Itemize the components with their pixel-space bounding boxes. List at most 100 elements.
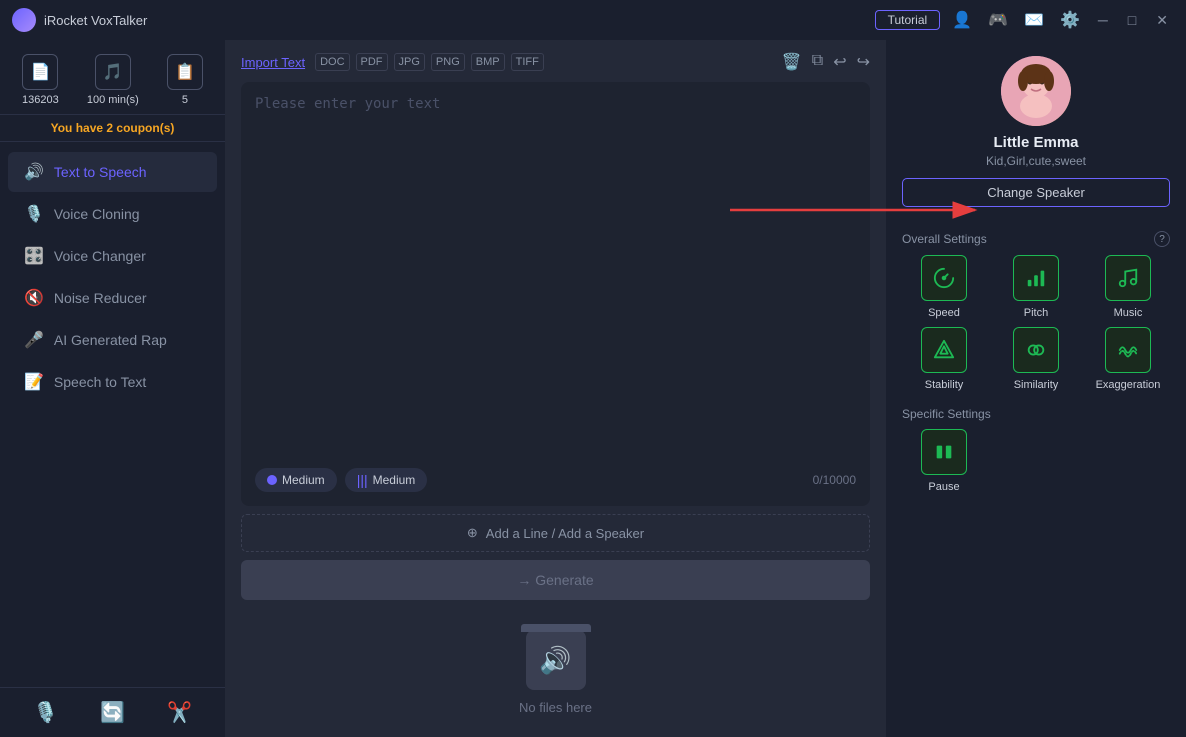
speaker-name: Little Emma	[993, 134, 1078, 151]
sidebar-item-voice-cloning[interactable]: 🎙️ Voice Cloning	[8, 194, 217, 234]
no-files-text: No files here	[519, 700, 592, 715]
coupon-badge: You have 2 coupon(s)	[0, 115, 225, 142]
speed-badge-label: Medium	[282, 473, 325, 487]
help-icon[interactable]: ?	[1154, 231, 1170, 247]
undo-action[interactable]: ↩	[833, 52, 846, 72]
sidebar-item-text-to-speech[interactable]: 🔊 Text to Speech	[8, 152, 217, 192]
jpg-icon[interactable]: JPG	[394, 53, 425, 71]
sidebar-bottom: 🎙️ 🔄 ✂️	[0, 687, 225, 737]
music-icon-box	[1105, 255, 1151, 301]
speaker-card: Little Emma Kid,Girl,cute,sweet Change S…	[902, 56, 1170, 207]
files-icon: 📋	[167, 54, 203, 90]
generate-button[interactable]: → Generate	[241, 560, 870, 600]
tutorial-button[interactable]: Tutorial	[875, 10, 941, 30]
exaggeration-setting[interactable]: Exaggeration	[1086, 327, 1170, 391]
speech-to-text-icon: 📝	[24, 372, 44, 392]
sidebar-nav: 🔊 Text to Speech 🎙️ Voice Cloning 🎛️ Voi…	[0, 142, 225, 687]
minutes-icon: 🎵	[95, 54, 131, 90]
main-layout: 📄 136203 🎵 100 min(s) 📋 5 You have 2 cou…	[0, 40, 1186, 737]
doc-icon[interactable]: DOC	[315, 53, 349, 71]
pitch-badge[interactable]: ||| Medium	[345, 468, 428, 492]
user-icon[interactable]: 👤	[948, 8, 976, 32]
sidebar: 📄 136203 🎵 100 min(s) 📋 5 You have 2 cou…	[0, 40, 225, 737]
exaggeration-setting-label: Exaggeration	[1096, 379, 1161, 391]
music-setting[interactable]: Music	[1086, 255, 1170, 319]
speed-badge[interactable]: Medium	[255, 468, 337, 492]
noise-reducer-label: Noise Reducer	[54, 290, 147, 306]
stat-files: 📋 5	[167, 54, 203, 106]
pause-setting[interactable]: Pause	[902, 429, 986, 493]
bmp-icon[interactable]: BMP	[471, 53, 505, 71]
title-bar-controls: Tutorial 👤 🎮 ✉️ ⚙️ ─ □ ✕	[875, 8, 1174, 32]
speed-setting[interactable]: Speed	[902, 255, 986, 319]
add-line-button[interactable]: ⊕ Add a Line / Add a Speaker	[241, 514, 870, 552]
png-icon[interactable]: PNG	[431, 53, 465, 71]
sidebar-item-ai-rap[interactable]: 🎤 AI Generated Rap	[8, 320, 217, 360]
title-bar: iRocket VoxTalker Tutorial 👤 🎮 ✉️ ⚙️ ─ □…	[0, 0, 1186, 40]
music-svg	[1117, 267, 1139, 289]
app-title: iRocket VoxTalker	[44, 13, 875, 28]
similarity-setting[interactable]: Similarity	[994, 327, 1078, 391]
pause-svg	[933, 441, 955, 463]
no-files-area: 🔊 No files here	[241, 600, 870, 725]
tiff-icon[interactable]: TIFF	[511, 53, 544, 71]
sidebar-item-speech-to-text[interactable]: 📝 Speech to Text	[8, 362, 217, 402]
text-editor[interactable]	[255, 96, 856, 458]
pdf-icon[interactable]: PDF	[356, 53, 388, 71]
microphone-icon[interactable]: 🎙️	[33, 700, 58, 725]
scissors-icon[interactable]: ✂️	[167, 700, 192, 725]
exaggeration-svg	[1117, 339, 1139, 361]
similarity-setting-label: Similarity	[1014, 379, 1059, 391]
pitch-setting[interactable]: Pitch	[994, 255, 1078, 319]
empty-files-icon: 🔊	[526, 630, 586, 690]
stat-minutes: 🎵 100 min(s)	[87, 54, 139, 106]
pitch-svg	[1025, 267, 1047, 289]
ai-rap-label: AI Generated Rap	[54, 332, 167, 348]
sidebar-item-noise-reducer[interactable]: 🔇 Noise Reducer	[8, 278, 217, 318]
add-line-label: Add a Line / Add a Speaker	[486, 526, 644, 541]
text-area-wrapper: Medium ||| Medium 0/10000	[241, 82, 870, 506]
sidebar-item-voice-changer[interactable]: 🎛️ Voice Changer	[8, 236, 217, 276]
stability-svg	[933, 339, 955, 361]
settings-icon[interactable]: ⚙️	[1056, 8, 1084, 32]
minimize-button[interactable]: ─	[1092, 10, 1114, 30]
stability-setting-label: Stability	[925, 379, 964, 391]
voice-cloning-icon: 🎙️	[24, 204, 44, 224]
specific-settings-grid: Pause	[902, 429, 1170, 493]
ai-rap-icon: 🎤	[24, 330, 44, 350]
pitch-icon-box	[1013, 255, 1059, 301]
text-to-speech-label: Text to Speech	[54, 164, 147, 180]
speaker-avatar	[1001, 56, 1071, 126]
change-speaker-button[interactable]: Change Speaker	[902, 178, 1170, 207]
stability-setting[interactable]: Stability	[902, 327, 986, 391]
noise-reducer-icon: 🔇	[24, 288, 44, 308]
file-type-icons: DOC PDF JPG PNG BMP TIFF	[315, 53, 544, 71]
speed-icon-box	[921, 255, 967, 301]
exaggeration-icon-box	[1105, 327, 1151, 373]
pitch-badge-label: Medium	[373, 473, 416, 487]
similarity-icon-box	[1013, 327, 1059, 373]
mail-icon[interactable]: ✉️	[1020, 8, 1048, 32]
maximize-button[interactable]: □	[1122, 10, 1142, 30]
delete-action[interactable]: 🗑️	[782, 52, 802, 72]
controller-icon[interactable]: 🎮	[984, 8, 1012, 32]
music-setting-label: Music	[1114, 307, 1143, 319]
stability-icon-box	[921, 327, 967, 373]
medium-badges: Medium ||| Medium	[255, 468, 427, 492]
refresh-icon[interactable]: 🔄	[100, 700, 125, 725]
redo-action[interactable]: ↪	[857, 52, 870, 72]
text-to-speech-icon: 🔊	[24, 162, 44, 182]
pause-setting-label: Pause	[928, 481, 959, 493]
content-toolbar: Import Text DOC PDF JPG PNG BMP TIFF 🗑️ …	[241, 52, 870, 72]
app-logo	[12, 8, 36, 32]
characters-value: 136203	[22, 94, 59, 106]
specific-settings-title: Specific Settings	[902, 407, 1170, 421]
characters-icon: 📄	[22, 54, 58, 90]
pitch-bar-icon: |||	[357, 472, 368, 488]
sidebar-stats: 📄 136203 🎵 100 min(s) 📋 5	[0, 40, 225, 115]
copy-action[interactable]: ⧉	[812, 52, 823, 72]
speed-setting-label: Speed	[928, 307, 960, 319]
overall-settings-grid: Speed Pitch	[902, 255, 1170, 391]
close-button[interactable]: ✕	[1150, 10, 1174, 31]
import-text-link[interactable]: Import Text	[241, 55, 305, 70]
